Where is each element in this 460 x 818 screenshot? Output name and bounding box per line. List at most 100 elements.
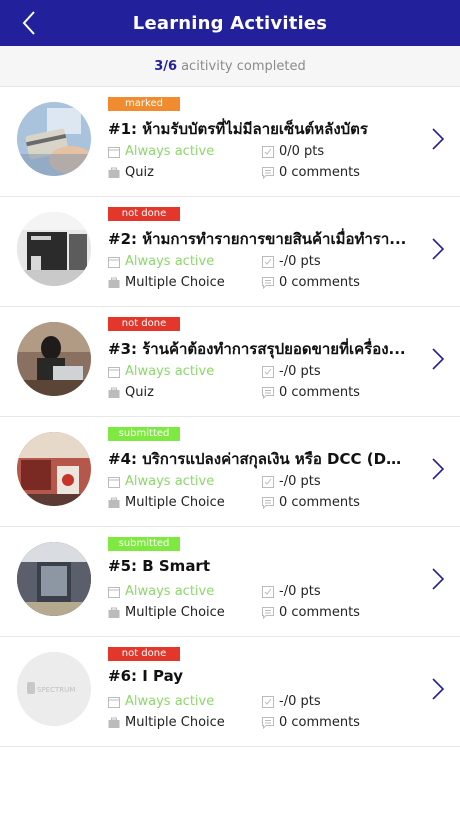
points: -/0 pts [262,694,321,709]
activity-title: #6: I Pay [108,667,184,685]
status-badge: not done [108,207,180,221]
activity-type-label: Multiple Choice [125,495,225,510]
comments-label: 0 comments [279,385,360,400]
activity-row-1[interactable]: marked #1: ห้ามรับบัตรที่ไม่มีลายเซ็นต์ห… [0,87,460,197]
calendar-icon [108,476,120,488]
activity-type: Multiple Choice [108,495,225,510]
activity-title: #4: บริการแปลงค่าสกุลเงิน หรือ DCC (Dyna… [108,450,408,468]
comment-icon [262,716,274,729]
activity-list: marked #1: ห้ามรับบัตรที่ไม่มีลายเซ็นต์ห… [0,87,460,747]
availability: Always active [108,254,214,269]
availability-label: Always active [125,694,215,709]
points-label: -/0 pts [279,254,321,269]
comments: 0 comments [262,165,360,180]
calendar-icon [108,696,120,708]
availability-label: Always active [125,474,215,489]
comments-label: 0 comments [279,495,360,510]
calendar-icon [108,366,120,378]
availability-label: Always active [125,584,215,599]
briefcase-icon [108,277,120,289]
activity-thumbnail-5 [17,542,91,616]
status-badge: not done [108,647,180,661]
chevron-right-icon[interactable] [430,677,446,701]
activity-title: #1: ห้ามรับบัตรที่ไม่มีลายเซ็นต์หลังบัตร [108,120,368,138]
points: -/0 pts [262,254,321,269]
activity-row-2[interactable]: not done #2: ห้ามการทำรายการขายสินค้าเมื… [0,197,460,307]
comment-icon [262,606,274,619]
activity-thumbnail-6: SPECTRUM [17,652,91,726]
status-badge: marked [108,97,180,111]
spectrum-logo-text: SPECTRUM [37,686,75,694]
activity-title: #5: B Smart [108,557,211,575]
page-title: Learning Activities [132,12,328,34]
comment-icon [262,276,274,289]
chevron-right-icon[interactable] [430,237,446,261]
comments-label: 0 comments [279,275,360,290]
activity-type: Multiple Choice [108,605,225,620]
calendar-icon [108,586,120,598]
comment-icon [262,386,274,399]
chevron-right-icon[interactable] [430,347,446,371]
activity-type: Quiz [108,385,154,400]
checkbox-icon [262,365,274,378]
comment-icon [262,166,274,179]
status-badge: submitted [108,537,180,551]
back-button[interactable] [14,8,44,38]
points-label: -/0 pts [279,694,321,709]
calendar-icon [108,256,120,268]
status-badge: submitted [108,427,180,441]
availability: Always active [108,364,214,379]
comment-icon [262,496,274,509]
points-label: 0/0 pts [279,144,325,159]
activity-row-5[interactable]: submitted #5: B Smart Always active Mult… [0,527,460,637]
activity-thumbnail-4 [17,432,91,506]
points: -/0 pts [262,474,321,489]
activity-row-3[interactable]: not done #3: ร้านค้าต้องทำการสรุปยอดขายท… [0,307,460,417]
briefcase-icon [108,717,120,729]
checkbox-icon [262,255,274,268]
briefcase-icon [108,387,120,399]
activity-thumbnail-1 [17,102,91,176]
comments: 0 comments [262,715,360,730]
availability-label: Always active [125,364,215,379]
availability: Always active [108,474,214,489]
checkbox-icon [262,475,274,488]
availability-label: Always active [125,254,215,269]
activity-row-4[interactable]: submitted #4: บริการแปลงค่าสกุลเงิน หรือ… [0,417,460,527]
activity-thumbnail-2 [17,212,91,286]
comments: 0 comments [262,385,360,400]
activity-type-label: Multiple Choice [125,275,225,290]
points-label: -/0 pts [279,584,321,599]
chevron-right-icon[interactable] [430,457,446,481]
checkbox-icon [262,585,274,598]
status-badge: not done [108,317,180,331]
points-label: -/0 pts [279,364,321,379]
points-label: -/0 pts [279,474,321,489]
points: -/0 pts [262,584,321,599]
comments: 0 comments [262,605,360,620]
chevron-right-icon[interactable] [430,127,446,151]
back-chevron-icon [22,11,35,35]
progress-label: acitivity completed [181,58,306,74]
header-bar: Learning Activities [0,0,460,46]
activity-title: #2: ห้ามการทำรายการขายสินค้าเมื่อทำรา... [108,230,407,248]
points: 0/0 pts [262,144,324,159]
comments: 0 comments [262,495,360,510]
activity-title: #3: ร้านค้าต้องทำการสรุปยอดขายที่เครื่อง… [108,340,406,358]
comments-label: 0 comments [279,165,360,180]
availability: Always active [108,144,214,159]
activity-type-label: Quiz [125,165,154,180]
activity-type-label: Multiple Choice [125,605,225,620]
activity-thumbnail-3 [17,322,91,396]
availability: Always active [108,584,214,599]
activity-type-label: Quiz [125,385,154,400]
briefcase-icon [108,607,120,619]
availability: Always active [108,694,214,709]
briefcase-icon [108,167,120,179]
progress-summary: 3/6 acitivity completed [0,46,460,87]
activity-row-6[interactable]: SPECTRUM not done #6: I Pay Always activ… [0,637,460,747]
calendar-icon [108,146,120,158]
checkbox-icon [262,695,274,708]
chevron-right-icon[interactable] [430,567,446,591]
comments-label: 0 comments [279,715,360,730]
